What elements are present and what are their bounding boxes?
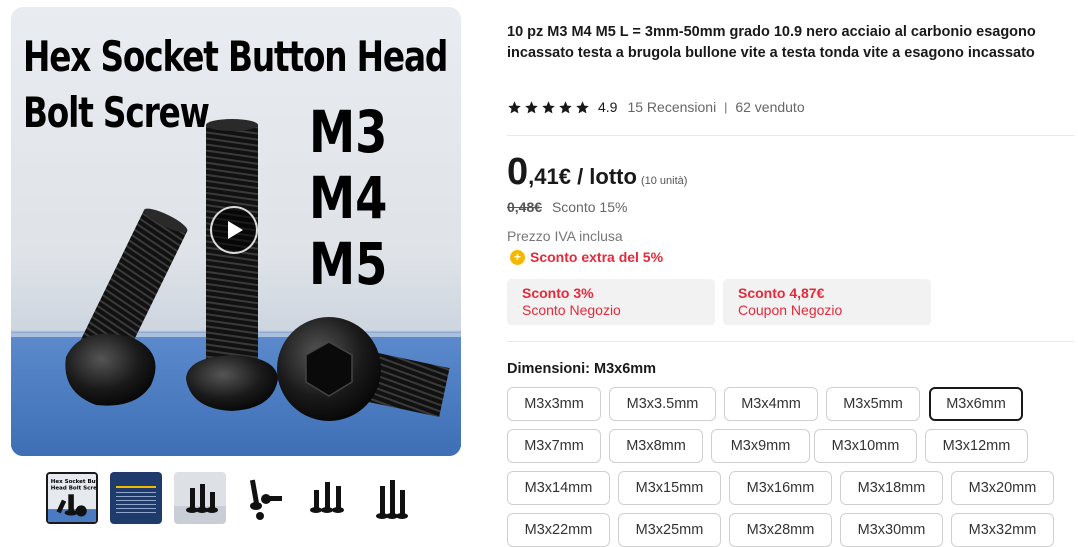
dimension-option[interactable]: M3x3.5mm <box>609 387 716 421</box>
star-icon <box>542 100 555 113</box>
dimension-option[interactable]: M3x15mm <box>618 471 721 505</box>
sold-count: 62 venduto <box>735 99 805 115</box>
thumbnail-bolts-white-3 <box>366 472 418 524</box>
coupon-title: Sconto 3% <box>522 285 594 301</box>
thumbnail-strip: Hex Socket Button Head Bolt Screw <box>46 472 418 524</box>
dimension-option[interactable]: M3x7mm <box>507 429 601 463</box>
dimension-option[interactable]: M3x10mm <box>814 429 917 463</box>
old-price: 0,48€ <box>507 199 543 215</box>
thumbnail-bolts-image: Hex Socket Button Head Bolt Screw <box>48 474 96 522</box>
star-icon <box>525 100 538 113</box>
thumbnail-bolts-photo <box>174 472 226 524</box>
play-icon <box>228 221 243 239</box>
dimension-option[interactable]: M3x3mm <box>507 387 601 421</box>
coin-plus-icon: + <box>510 249 525 265</box>
extra-discount[interactable]: + Sconto extra del 5% <box>510 249 663 265</box>
video-play-button[interactable] <box>210 206 258 254</box>
image-size-text: M3 M4 M5 <box>309 98 388 298</box>
reviews-link[interactable]: 15 Recensioni <box>627 99 716 115</box>
thumbnail-6[interactable] <box>366 472 418 524</box>
coupon-title: Sconto 4,87€ <box>738 285 825 301</box>
dimension-option[interactable]: M3x12mm <box>925 429 1028 463</box>
dimension-option[interactable]: M3x9mm <box>711 429 810 463</box>
dimension-option[interactable]: M3x8mm <box>609 429 703 463</box>
thumbnail-bolts-white-2 <box>302 472 354 524</box>
discount-percent: Sconto 15% <box>551 199 628 215</box>
thumbnail-bolts-white <box>238 472 290 524</box>
dimension-option-selected[interactable]: M3x6mm <box>929 387 1023 421</box>
star-icon <box>576 100 589 113</box>
price-integer: 0 <box>507 151 529 193</box>
product-main-image[interactable]: Hex Socket Button Head Bolt Screw M3 M4 … <box>11 7 461 456</box>
star-icon <box>508 100 521 113</box>
svg-text:Hex Socket Button: Hex Socket Button <box>51 479 96 485</box>
price: 0,41€ / lotto (10 unità) <box>507 151 687 194</box>
product-title: 10 pz M3 M4 M5 L = 3mm-50mm grado 10.9 n… <box>507 24 1036 61</box>
dimension-option[interactable]: M3x14mm <box>507 471 610 505</box>
coupon-subtitle: Sconto Negozio <box>522 302 621 318</box>
dimension-option[interactable]: M3x5mm <box>826 387 920 421</box>
star-icon <box>559 100 572 113</box>
store-coupon[interactable]: Sconto 4,87€ Coupon Negozio <box>723 279 931 325</box>
svg-text:Head Bolt Screw: Head Bolt Screw <box>51 486 96 492</box>
thumbnail-size-chart-image <box>110 472 162 524</box>
store-discount-coupon[interactable]: Sconto 3% Sconto Negozio <box>507 279 715 325</box>
price-unit: (10 unità) <box>640 175 688 187</box>
thumbnail-4[interactable] <box>238 472 290 524</box>
rating-score: 4.9 <box>598 99 618 115</box>
thumbnail-2[interactable] <box>110 472 162 524</box>
price-decimal: ,41€ / lotto <box>528 164 637 189</box>
vat-note: Prezzo IVA inclusa <box>507 228 623 244</box>
dimension-option[interactable]: M3x20mm <box>951 471 1054 505</box>
rating-separator: | <box>724 100 728 114</box>
dimension-option[interactable]: M3x18mm <box>840 471 943 505</box>
dimension-option[interactable]: M3x16mm <box>729 471 832 505</box>
rating-row: 4.9 15 Recensioni | 62 venduto <box>507 99 805 115</box>
rating-stars <box>507 100 590 115</box>
divider <box>507 135 1074 136</box>
extra-discount-label: Sconto extra del 5% <box>530 249 664 265</box>
old-price-row: 0,48€ Sconto 15% <box>507 199 627 215</box>
dimension-label: Dimensioni: M3x6mm <box>507 361 657 377</box>
coupon-subtitle: Coupon Negozio <box>738 302 843 318</box>
thumbnail-3[interactable] <box>174 472 226 524</box>
thumbnail-1[interactable]: Hex Socket Button Head Bolt Screw <box>46 472 98 524</box>
divider <box>507 341 1074 342</box>
thumbnail-5[interactable] <box>302 472 354 524</box>
dimension-option[interactable]: M3x4mm <box>724 387 818 421</box>
